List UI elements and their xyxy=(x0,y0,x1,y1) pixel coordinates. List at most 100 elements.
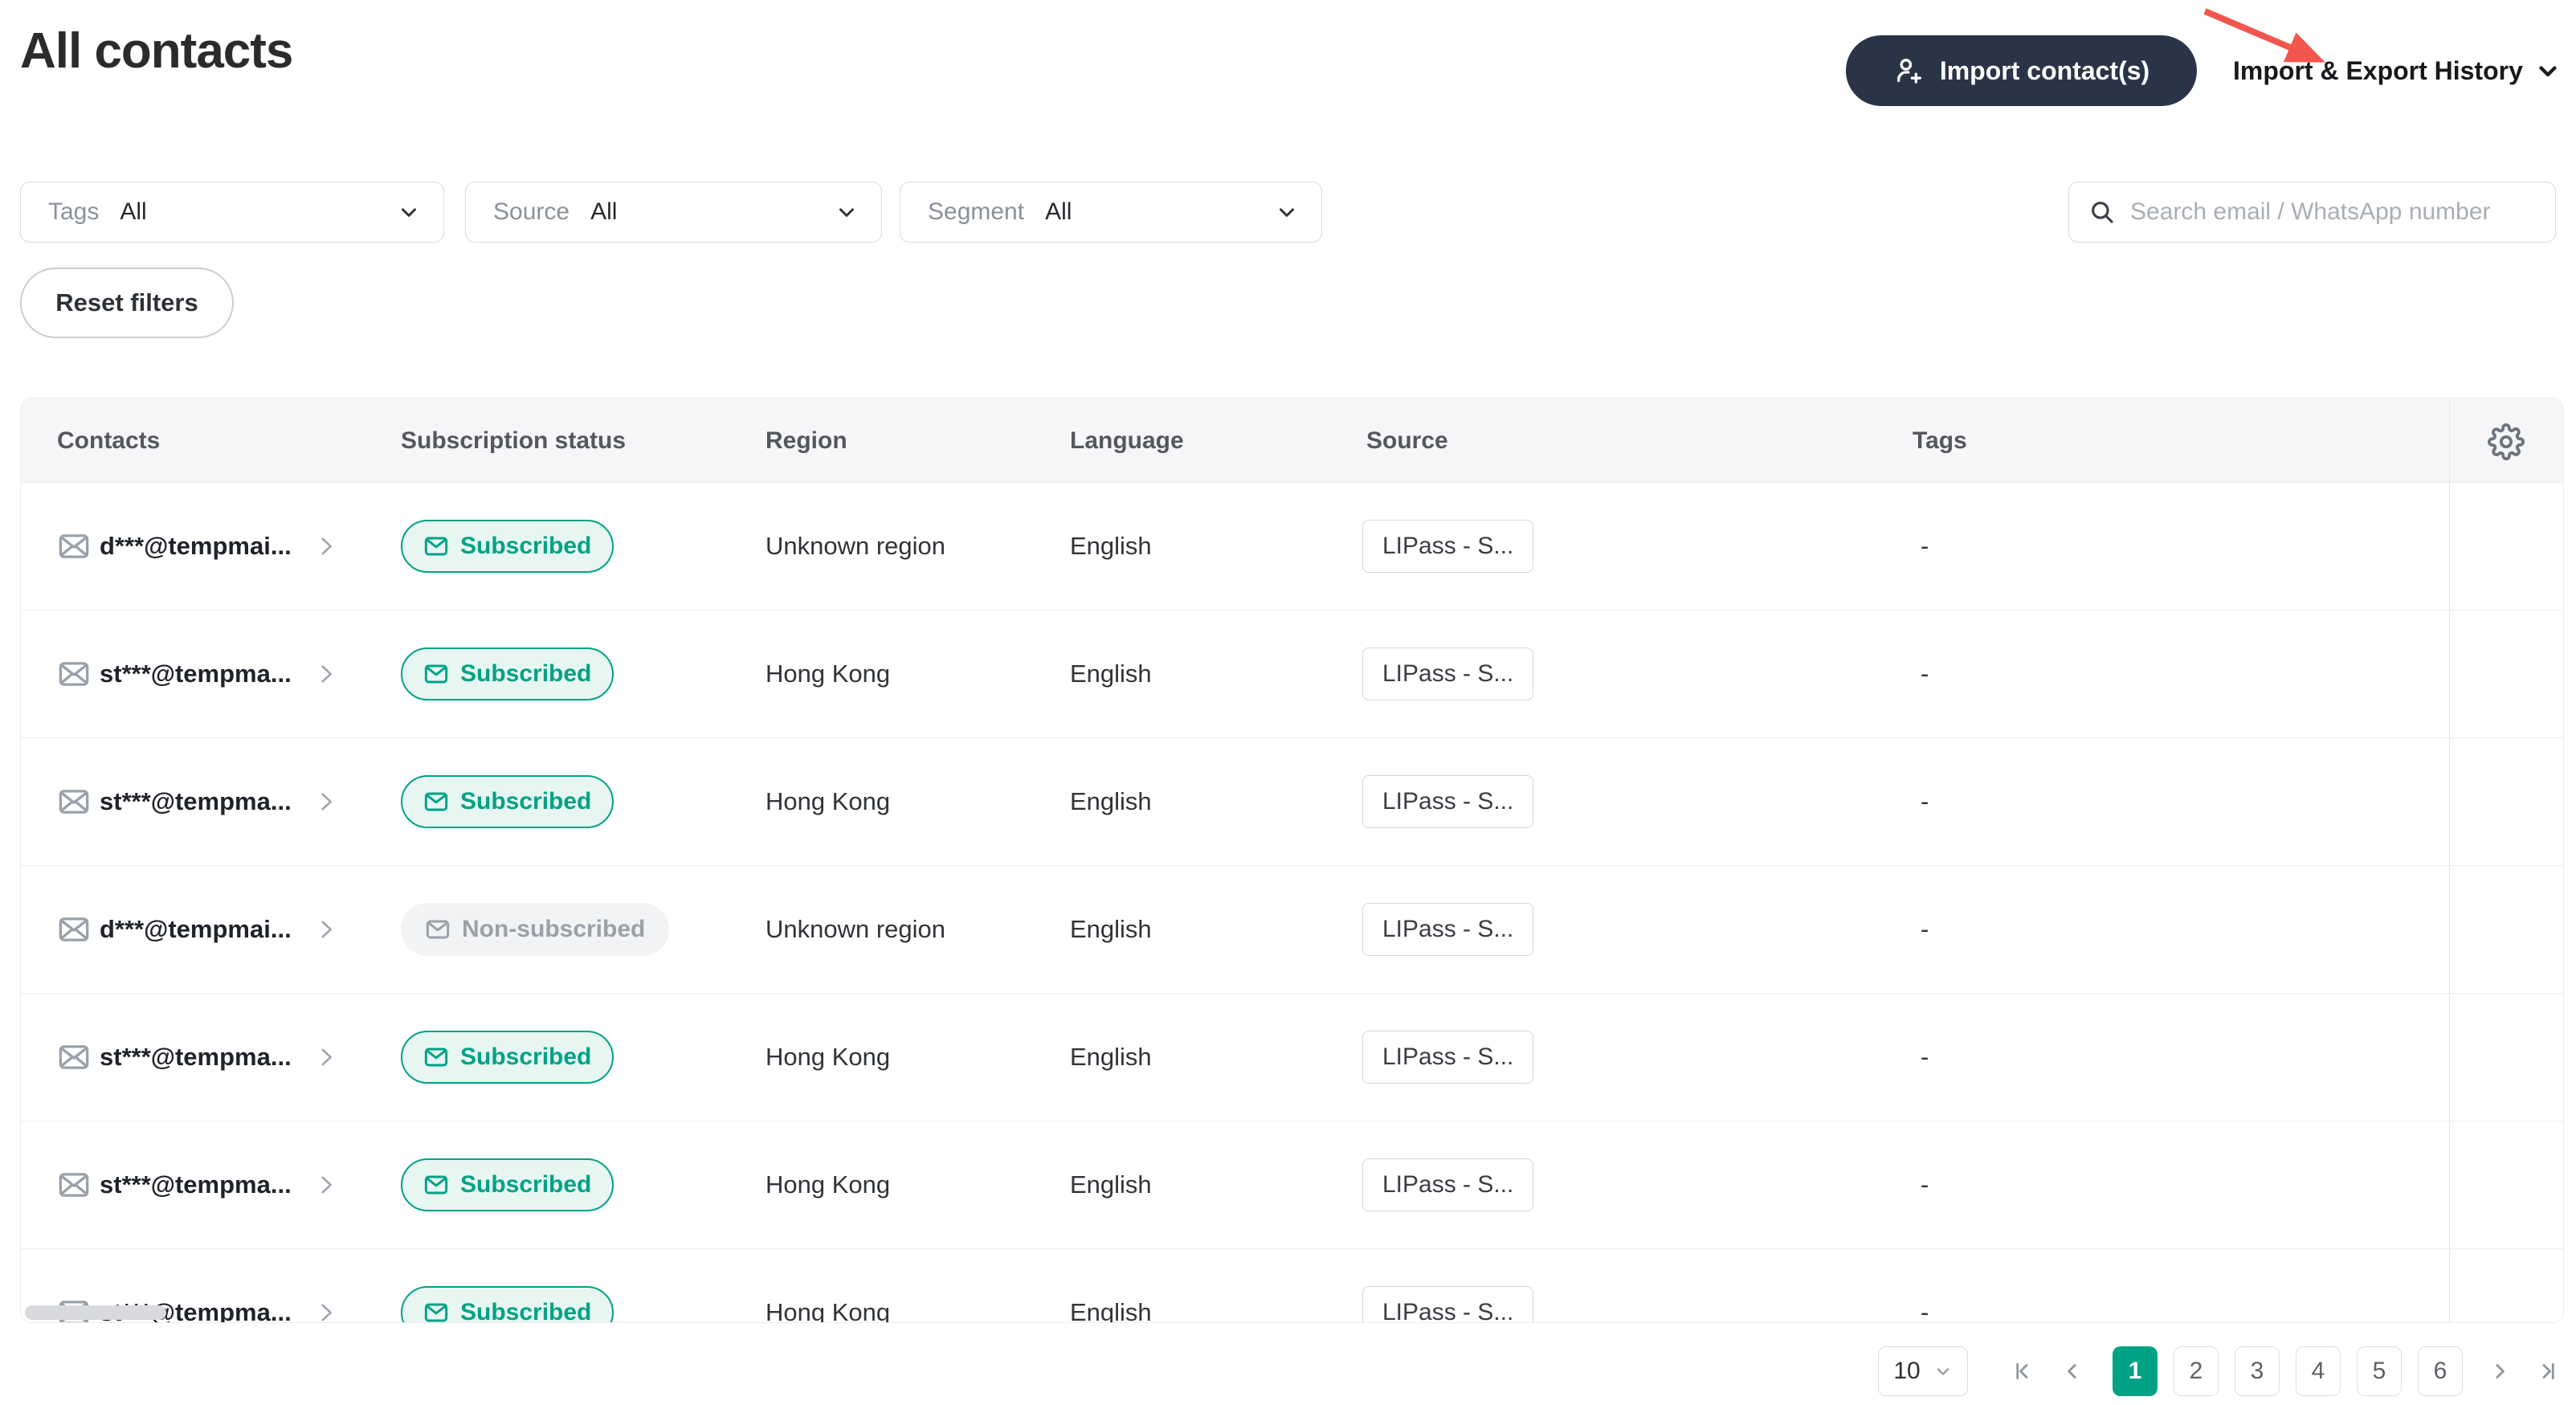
search-input[interactable] xyxy=(2130,198,2536,226)
table-row: st***@tempma... Subscribed Hong Kong Eng… xyxy=(21,1249,2563,1323)
mail-icon xyxy=(57,529,91,563)
import-export-history-button[interactable]: Import & Export History xyxy=(2233,35,2562,106)
mail-icon xyxy=(425,917,451,942)
subscription-badge: Subscribed xyxy=(401,520,614,573)
tags-cell: - xyxy=(1921,1043,1929,1071)
mail-icon xyxy=(57,657,91,691)
page-button-4[interactable]: 4 xyxy=(2296,1346,2341,1396)
first-page-button[interactable] xyxy=(2002,1346,2043,1396)
language-cell: English xyxy=(1070,532,1152,560)
chevron-right-icon[interactable] xyxy=(312,533,340,560)
table-settings-button[interactable] xyxy=(2484,419,2529,464)
page-button-6[interactable]: 6 xyxy=(2418,1346,2463,1396)
tags-filter-dropdown[interactable]: Tags All xyxy=(20,182,444,243)
chevron-down-icon xyxy=(835,200,859,224)
subscription-status-label: Subscribed xyxy=(460,533,592,559)
page-size-select[interactable]: 10 xyxy=(1878,1346,1968,1396)
source-chip[interactable]: LIPass - S... xyxy=(1362,520,1534,573)
page-size-value: 10 xyxy=(1893,1358,1921,1384)
contact-email[interactable]: st***@tempma... xyxy=(100,1043,292,1072)
table-row: d***@tempmai... Subscribed Unknown regio… xyxy=(21,483,2563,611)
subscription-badge: Non-subscribed xyxy=(401,903,670,956)
page-button-5[interactable]: 5 xyxy=(2357,1346,2402,1396)
table-row: st***@tempma... Subscribed Hong Kong Eng… xyxy=(21,1121,2563,1249)
last-page-icon xyxy=(2536,1359,2560,1383)
subscription-status-label: Subscribed xyxy=(460,788,592,815)
page-title: All contacts xyxy=(20,23,293,79)
contact-email[interactable]: st***@tempma... xyxy=(100,1170,292,1199)
region-cell: Hong Kong xyxy=(765,660,891,688)
segment-filter-label: Segment xyxy=(928,198,1025,225)
search-icon xyxy=(2088,198,2116,226)
source-filter-dropdown[interactable]: Source All xyxy=(465,182,882,243)
chevron-right-icon[interactable] xyxy=(312,916,340,943)
subscription-badge: Subscribed xyxy=(401,775,614,828)
source-chip[interactable]: LIPass - S... xyxy=(1362,1286,1534,1322)
page-button-3[interactable]: 3 xyxy=(2235,1346,2280,1396)
language-cell: English xyxy=(1070,787,1152,815)
prev-page-icon xyxy=(2060,1359,2084,1383)
subscription-badge: Subscribed xyxy=(401,1158,614,1211)
contact-email[interactable]: d***@tempmai... xyxy=(100,532,292,561)
mail-icon xyxy=(423,533,449,559)
contact-email[interactable]: d***@tempmai... xyxy=(100,915,292,944)
chevron-right-icon[interactable] xyxy=(312,660,340,688)
chevron-right-icon[interactable] xyxy=(312,788,340,815)
pagination-bar: 10 1 2 3 4 5 6 xyxy=(1878,1346,2569,1396)
contact-email[interactable]: st***@tempma... xyxy=(100,660,292,688)
segment-filter-dropdown[interactable]: Segment All xyxy=(900,182,1322,243)
column-header-source: Source xyxy=(1366,427,1448,454)
region-cell: Unknown region xyxy=(765,915,946,943)
import-contacts-button[interactable]: Import contact(s) xyxy=(1846,35,2197,106)
next-page-button[interactable] xyxy=(2479,1346,2521,1396)
source-chip[interactable]: LIPass - S... xyxy=(1362,775,1534,828)
tags-cell: - xyxy=(1921,660,1929,688)
source-chip[interactable]: LIPass - S... xyxy=(1362,903,1534,956)
mail-icon xyxy=(57,1168,91,1202)
tags-filter-label: Tags xyxy=(48,198,100,225)
search-box xyxy=(2068,182,2556,243)
reset-filters-button[interactable]: Reset filters xyxy=(20,268,234,338)
subscription-badge: Subscribed xyxy=(401,647,614,700)
horizontal-scrollbar[interactable] xyxy=(25,1305,166,1320)
region-cell: Hong Kong xyxy=(765,787,891,815)
chevron-right-icon[interactable] xyxy=(312,1299,340,1322)
contact-email[interactable]: st***@tempma... xyxy=(100,787,292,816)
source-filter-label: Source xyxy=(493,198,570,225)
chevron-down-icon xyxy=(397,200,421,224)
source-chip[interactable]: LIPass - S... xyxy=(1362,1031,1534,1084)
column-header-tags: Tags xyxy=(1913,427,1967,454)
chevron-right-icon[interactable] xyxy=(312,1171,340,1199)
import-contacts-label: Import contact(s) xyxy=(1939,55,2150,85)
gear-icon xyxy=(2488,423,2525,460)
table-row: st***@tempma... Subscribed Hong Kong Eng… xyxy=(21,611,2563,738)
column-header-language: Language xyxy=(1070,427,1184,454)
source-chip[interactable]: LIPass - S... xyxy=(1362,1158,1534,1211)
mail-icon xyxy=(57,785,91,819)
table-row: d***@tempmai... Non-subscribed Unknown r… xyxy=(21,866,2563,994)
subscription-status-label: Subscribed xyxy=(460,1044,592,1070)
last-page-button[interactable] xyxy=(2527,1346,2569,1396)
subscription-badge: Subscribed xyxy=(401,1286,614,1323)
page-button-2[interactable]: 2 xyxy=(2174,1346,2219,1396)
subscription-status-label: Subscribed xyxy=(460,1171,592,1198)
tags-cell: - xyxy=(1921,532,1929,560)
page-button-1[interactable]: 1 xyxy=(2113,1346,2158,1396)
tags-filter-value: All xyxy=(120,198,147,225)
chevron-right-icon[interactable] xyxy=(312,1044,340,1071)
language-cell: English xyxy=(1070,1170,1152,1199)
prev-page-button[interactable] xyxy=(2051,1346,2093,1396)
table-body: d***@tempmai... Subscribed Unknown regio… xyxy=(21,483,2563,1323)
tags-cell: - xyxy=(1921,787,1929,815)
chevron-down-icon xyxy=(2534,57,2562,84)
mail-icon xyxy=(423,1044,449,1070)
mail-icon xyxy=(423,1300,449,1322)
language-cell: English xyxy=(1070,1298,1152,1323)
subscription-status-label: Subscribed xyxy=(460,1299,592,1323)
source-chip[interactable]: LIPass - S... xyxy=(1362,647,1534,700)
language-cell: English xyxy=(1070,660,1152,688)
column-header-region: Region xyxy=(765,427,847,454)
tags-cell: - xyxy=(1921,1298,1929,1323)
table-row: st***@tempma... Subscribed Hong Kong Eng… xyxy=(21,994,2563,1121)
subscription-status-label: Subscribed xyxy=(460,660,592,687)
